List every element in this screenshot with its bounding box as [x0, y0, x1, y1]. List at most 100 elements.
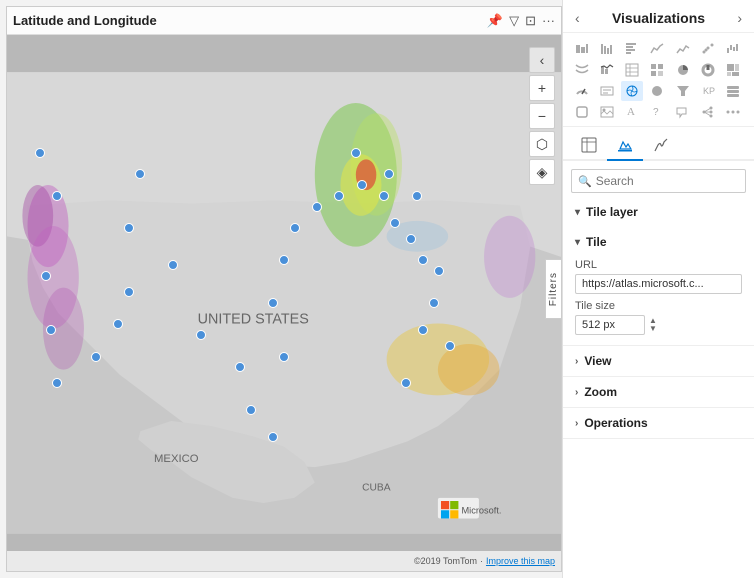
zoom-header[interactable]: › Zoom — [563, 377, 754, 407]
pin-icon[interactable]: 📌 — [487, 13, 503, 29]
tile-size-row: ▲ ▼ — [575, 315, 742, 335]
map-zoom-out-button[interactable]: − — [529, 103, 555, 129]
svg-text:KPI: KPI — [703, 86, 715, 96]
viz-icon-slicer[interactable] — [722, 81, 744, 101]
map-title: Latitude and Longitude — [13, 13, 157, 28]
tab-fields[interactable] — [571, 131, 607, 161]
tile-size-label: Tile size — [575, 300, 742, 312]
data-point — [379, 191, 389, 201]
tile-layer-header[interactable]: ▾ Tile layer — [563, 197, 754, 227]
data-point — [279, 352, 289, 362]
viz-icon-more[interactable] — [722, 102, 744, 122]
viz-icon-map[interactable] — [621, 81, 643, 101]
tile-layer-label: Tile layer — [586, 205, 638, 219]
viz-panel-right-arrow[interactable]: › — [737, 10, 742, 26]
viz-icon-scatter[interactable] — [697, 39, 719, 59]
data-point — [268, 432, 278, 442]
filter-icon[interactable]: ▽ — [509, 13, 519, 29]
viz-icon-card[interactable] — [596, 81, 618, 101]
map-improve-link[interactable]: Improve this map — [486, 556, 555, 566]
url-label: URL — [575, 259, 742, 271]
tab-row — [563, 127, 754, 161]
viz-icon-table[interactable] — [621, 60, 643, 80]
tile-size-input[interactable] — [575, 315, 645, 335]
data-point — [41, 271, 51, 281]
viz-icon-bar[interactable] — [596, 39, 618, 59]
data-point — [246, 405, 256, 415]
data-point — [279, 255, 289, 265]
data-point — [168, 260, 178, 270]
operations-chevron: › — [575, 418, 578, 429]
tile-size-spinner[interactable]: ▲ ▼ — [649, 317, 657, 333]
tab-format[interactable] — [607, 131, 643, 161]
viz-panel: ‹ Visualizations › — [562, 0, 754, 578]
search-box[interactable]: 🔍 — [571, 169, 746, 193]
map-compass-button[interactable]: ◈ — [529, 159, 555, 185]
data-point — [35, 148, 45, 158]
data-point — [401, 378, 411, 388]
viz-icon-image[interactable] — [596, 102, 618, 122]
data-point — [124, 287, 134, 297]
viz-icon-pie[interactable] — [672, 60, 694, 80]
data-point — [418, 325, 428, 335]
tile-layer-section: ▾ Tile layer ▾ Tile URL Tile size ▲ ▼ — [563, 197, 754, 346]
data-point — [445, 341, 455, 351]
map-zoom-in-button[interactable]: + — [529, 75, 555, 101]
data-point — [434, 266, 444, 276]
data-point — [418, 255, 428, 265]
svg-text:Microsoft.: Microsoft. — [461, 505, 501, 515]
viz-icon-ribbon[interactable] — [571, 60, 593, 80]
url-input[interactable] — [575, 274, 742, 294]
viz-icon-area[interactable] — [646, 39, 668, 59]
viz-icon-qna[interactable]: ? — [646, 102, 668, 122]
viz-panel-left-arrow[interactable]: ‹ — [575, 10, 580, 26]
view-label: View — [584, 354, 611, 368]
map-svg: UNITED STATES MEXICO CUBA Microsoft. — [7, 35, 561, 571]
viz-icon-line[interactable] — [672, 39, 694, 59]
tile-sub-content: URL Tile size ▲ ▼ — [575, 259, 742, 335]
tile-layer-chevron: ▾ — [575, 207, 580, 218]
viz-icon-decomp-tree[interactable] — [697, 102, 719, 122]
viz-icon-waterfall[interactable] — [722, 39, 744, 59]
viz-icon-treemap[interactable] — [722, 60, 744, 80]
more-options-icon[interactable]: ··· — [542, 13, 555, 28]
operations-header[interactable]: › Operations — [563, 408, 754, 438]
tile-sub-label: Tile — [586, 235, 606, 249]
viz-icon-smart-narrative[interactable] — [672, 102, 694, 122]
data-point — [52, 191, 62, 201]
filters-tab[interactable]: Filters — [545, 259, 561, 319]
map-background: UNITED STATES MEXICO CUBA Microsoft. — [7, 35, 561, 571]
view-header[interactable]: › View — [563, 346, 754, 376]
data-point — [384, 169, 394, 179]
data-point — [412, 191, 422, 201]
map-back-button[interactable]: ‹ — [529, 47, 555, 73]
map-layers-button[interactable]: ⬡ — [529, 131, 555, 157]
map-title-icons: 📌 ▽ ⊡ ··· — [487, 13, 555, 29]
data-point — [429, 298, 439, 308]
data-point — [390, 218, 400, 228]
data-point — [46, 325, 56, 335]
viz-panel-header: ‹ Visualizations › — [563, 0, 754, 33]
tile-sub-header[interactable]: ▾ Tile — [575, 231, 742, 253]
data-point — [357, 180, 367, 190]
viz-icon-matrix[interactable] — [646, 60, 668, 80]
viz-icon-filled-map[interactable] — [646, 81, 668, 101]
viz-icon-horizontal-bar[interactable] — [621, 39, 643, 59]
svg-text:A: A — [627, 106, 635, 118]
viz-icon-combo[interactable] — [596, 60, 618, 80]
viz-icon-kpi[interactable]: KPI — [697, 81, 719, 101]
zoom-chevron: › — [575, 387, 578, 398]
data-point — [268, 298, 278, 308]
map-footer: ©2019 TomTom · Improve this map — [7, 551, 561, 571]
expand-icon[interactable]: ⊡ — [525, 13, 536, 29]
tab-analytics[interactable] — [643, 131, 679, 161]
viz-icon-funnel[interactable] — [672, 81, 694, 101]
viz-icon-donut[interactable] — [697, 60, 719, 80]
view-chevron: › — [575, 356, 578, 367]
data-point — [135, 169, 145, 179]
viz-icon-shape[interactable] — [571, 102, 593, 122]
viz-icon-text[interactable]: A — [621, 102, 643, 122]
viz-icon-stacked-bar[interactable] — [571, 39, 593, 59]
search-input[interactable] — [596, 174, 739, 188]
viz-icon-gauge[interactable] — [571, 81, 593, 101]
